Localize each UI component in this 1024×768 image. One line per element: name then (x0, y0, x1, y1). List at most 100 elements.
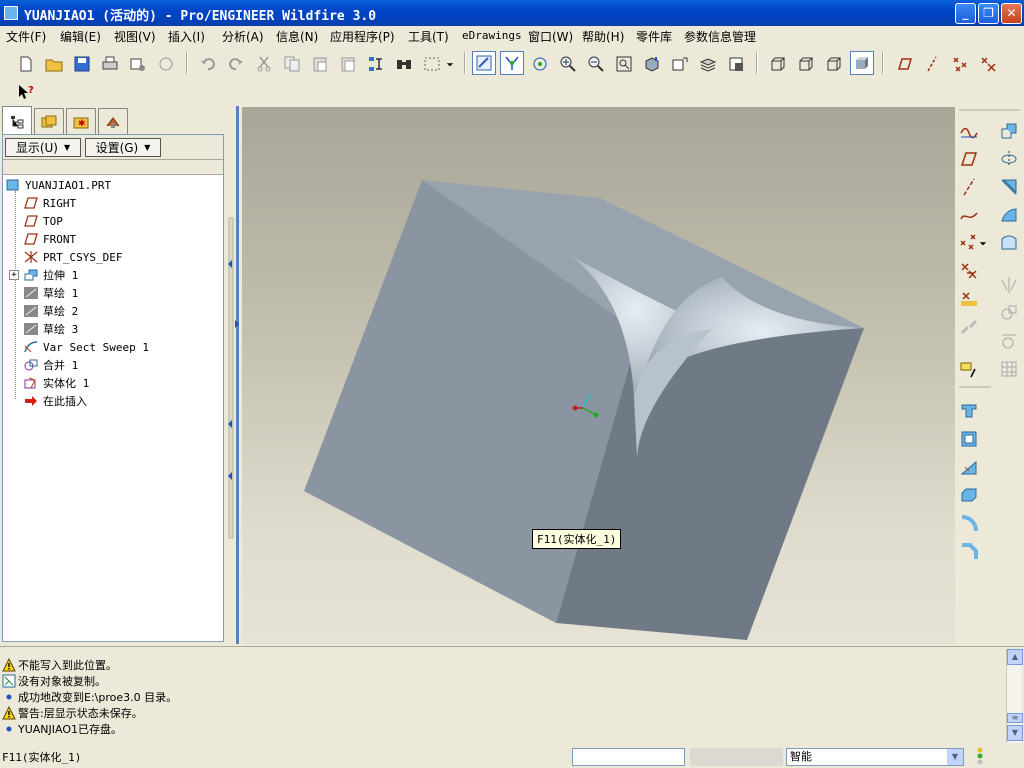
restore-button[interactable]: ❐ (978, 3, 999, 24)
open-folder-icon[interactable] (42, 52, 66, 76)
find-icon[interactable] (392, 52, 416, 76)
hole-icon[interactable] (957, 399, 981, 423)
mail-recipient-icon[interactable] (154, 52, 178, 76)
datum-axes-icon[interactable] (920, 52, 944, 76)
spin-center-icon[interactable] (500, 51, 524, 75)
boundary-blend-icon[interactable] (997, 203, 1021, 227)
redo-icon[interactable] (224, 52, 248, 76)
copy-icon[interactable] (280, 52, 304, 76)
scroll-thumb[interactable]: ≡ (1007, 713, 1023, 723)
message-scrollbar[interactable]: ▲ ≡ ▼ (1006, 649, 1023, 743)
tree-item-sketch3[interactable]: 草绘 3 (23, 320, 78, 338)
paste-special-icon[interactable] (336, 52, 360, 76)
trim-tool-icon[interactable] (997, 329, 1021, 353)
datum-curve-icon[interactable] (957, 203, 981, 227)
tree-item-sketch2[interactable]: 草绘 2 (23, 302, 78, 320)
no-hidden-icon[interactable] (822, 52, 846, 76)
menu-param-info[interactable]: 参数信息管理 (684, 28, 756, 45)
scroll-down-icon[interactable]: ▼ (1007, 725, 1023, 741)
tree-item-top[interactable]: TOP (23, 212, 63, 230)
zoom-out-icon[interactable] (584, 52, 608, 76)
rib-icon[interactable] (957, 455, 981, 479)
pattern-tool-icon[interactable] (997, 357, 1021, 381)
datum-points-icon[interactable] (948, 52, 972, 76)
minimize-button[interactable]: _ (955, 3, 976, 24)
save-icon[interactable] (70, 52, 94, 76)
datum-planes-icon[interactable] (892, 52, 916, 76)
chamfer-icon[interactable] (957, 539, 981, 563)
menu-help[interactable]: 帮助(H) (582, 28, 624, 45)
tree-item-sketch1[interactable]: 草绘 1 (23, 284, 78, 302)
datum-axis-tool-icon[interactable] (957, 175, 981, 199)
datum-point-dropdown-icon[interactable] (977, 231, 989, 255)
tree-item-extrude[interactable]: + 拉伸 1 (9, 266, 78, 284)
tree-item-merge[interactable]: 合并 1 (23, 356, 78, 374)
graphics-window[interactable]: F11(实体化_1) (242, 107, 955, 644)
chain-icon[interactable] (957, 315, 981, 339)
undo-icon[interactable] (196, 52, 220, 76)
select-box-icon[interactable] (420, 52, 444, 76)
close-button[interactable]: ✕ (1001, 3, 1022, 24)
tree-item-var-sect-sweep[interactable]: Var Sect Sweep 1 (23, 338, 149, 356)
tab-model-tree[interactable] (2, 106, 32, 136)
round-icon[interactable] (957, 511, 981, 535)
shell-icon[interactable] (957, 427, 981, 451)
tab-favorites[interactable]: ✱ (66, 108, 96, 134)
show-menu-button[interactable]: 显示(U) ▼ (5, 138, 81, 157)
new-file-icon[interactable] (14, 52, 38, 76)
tree-item-insert-here[interactable]: 在此插入 (23, 392, 87, 410)
tree-item-right[interactable]: RIGHT (23, 194, 76, 212)
saved-views-icon[interactable] (668, 52, 692, 76)
datum-plane-tool-icon[interactable] (957, 147, 981, 171)
annotation-icon[interactable] (957, 357, 981, 381)
merge-tool-icon[interactable] (997, 301, 1021, 325)
panel-splitter[interactable] (226, 106, 242, 644)
hidden-line-icon[interactable] (794, 52, 818, 76)
menu-analysis[interactable]: 分析(A) (222, 28, 264, 45)
menu-insert[interactable]: 插入(I) (168, 28, 205, 45)
repaint-icon[interactable] (472, 51, 496, 75)
analysis-feature-icon[interactable] (957, 287, 981, 311)
wireframe-icon[interactable] (766, 52, 790, 76)
menu-window[interactable]: 窗口(W) (528, 28, 573, 45)
scroll-up-icon[interactable]: ▲ (1007, 649, 1023, 665)
zoom-in-icon[interactable] (556, 52, 580, 76)
orient-mode-icon[interactable] (528, 52, 552, 76)
csys-tool-icon[interactable] (957, 259, 981, 283)
shading-icon[interactable] (850, 51, 874, 75)
layers-icon[interactable] (696, 52, 720, 76)
tab-connections[interactable] (98, 108, 128, 134)
tree-item-part[interactable]: YUANJIAO1.PRT (5, 176, 111, 194)
tree-item-csys[interactable]: PRT_CSYS_DEF (23, 248, 122, 266)
send-mail-icon[interactable] (126, 52, 150, 76)
reorient-icon[interactable] (640, 52, 664, 76)
extrude-tool-icon[interactable] (997, 119, 1021, 143)
menu-tools[interactable]: 工具(T) (408, 28, 449, 45)
mirror-tool-icon[interactable] (997, 273, 1021, 297)
expand-toggle[interactable]: + (9, 270, 19, 280)
menu-applications[interactable]: 应用程序(P) (330, 28, 395, 45)
menu-edit[interactable]: 编辑(E) (60, 28, 101, 45)
cut-icon[interactable] (252, 52, 276, 76)
print-icon[interactable] (98, 52, 122, 76)
menu-file[interactable]: 文件(F) (6, 28, 46, 45)
sketched-datum-curve-icon[interactable] (957, 119, 981, 143)
refit-icon[interactable] (612, 52, 636, 76)
revolve-tool-icon[interactable] (997, 147, 1021, 171)
menu-part-library[interactable]: 零件库 (636, 28, 672, 45)
tab-folder-browser[interactable] (34, 108, 64, 134)
style-tool-icon[interactable] (997, 231, 1021, 255)
var-sect-sweep-tool-icon[interactable] (997, 175, 1021, 199)
menu-view[interactable]: 视图(V) (114, 28, 156, 45)
paste-icon[interactable] (308, 52, 332, 76)
context-help-icon[interactable]: ? (14, 80, 38, 104)
select-dropdown-icon[interactable] (444, 52, 456, 76)
tree-item-front[interactable]: FRONT (23, 230, 76, 248)
menu-edrawings[interactable]: eDrawings (462, 29, 522, 42)
regenerate-icon[interactable] (364, 52, 388, 76)
menu-info[interactable]: 信息(N) (276, 28, 318, 45)
csys-icon[interactable] (976, 52, 1000, 76)
tree-item-solidify[interactable]: 实体化 1 (23, 374, 89, 392)
view-manager-icon[interactable] (724, 52, 748, 76)
draft-icon[interactable] (957, 483, 981, 507)
